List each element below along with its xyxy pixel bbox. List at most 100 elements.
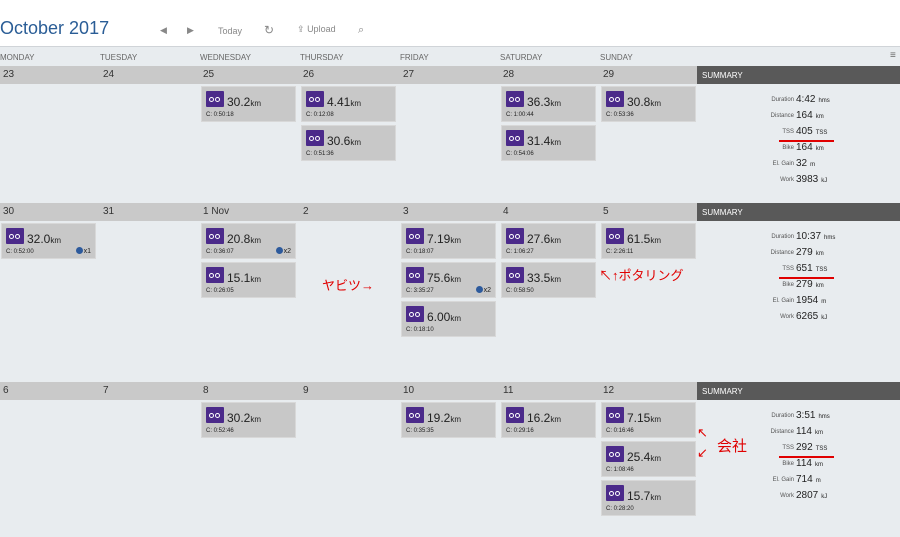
menu-icon[interactable]: ≡ [890, 50, 896, 61]
summary-number: 279 [796, 247, 813, 258]
refresh-icon[interactable]: ↻ [264, 23, 274, 37]
activity-card[interactable]: 30.6km C: 0:51:36 [301, 125, 396, 161]
distance-number: 30.8 [627, 95, 651, 109]
activity-card[interactable]: 33.5km C: 0:58:50 [501, 262, 596, 298]
next-icon[interactable]: ▶ [187, 25, 194, 36]
date-label: 26 [303, 69, 315, 80]
summary-row-duration: Duration 4:42 hms [697, 94, 900, 108]
summary-number: 405 [796, 126, 813, 137]
cycling-icon [506, 91, 524, 107]
wheel-icon [515, 413, 520, 418]
distance-value: 30.2km [227, 95, 261, 109]
duration-text: C: 0:53:36 [606, 112, 634, 118]
prev-icon[interactable]: ◀ [160, 25, 167, 36]
summary-number: 3983 [796, 174, 819, 185]
distance-unit: km [550, 275, 562, 284]
wheel-icon [415, 312, 420, 317]
summary-unit: km [814, 430, 823, 436]
wheel-icon [509, 413, 514, 418]
activity-card[interactable]: 30.8km C: 0:53:36 [601, 86, 696, 122]
date-label: 31 [103, 206, 115, 217]
activity-card[interactable]: 15.1km C: 0:26:05 [201, 262, 296, 298]
duration-text: C: 0:52:46 [206, 428, 234, 434]
wheel-icon [509, 273, 514, 278]
wheel-icon [215, 97, 220, 102]
summary-label: Duration [771, 413, 794, 419]
summary-row-distance: Distance 164 km [697, 110, 900, 124]
week-date-row: 30 31 1 Nov 2 3 4 5 [0, 203, 697, 221]
wheel-icon [309, 136, 314, 141]
cycling-icon [406, 267, 424, 283]
summary-row-distance: Distance 279 km [697, 247, 900, 261]
summary-unit: TSS [815, 267, 828, 273]
wheel-icon [615, 234, 620, 239]
activity-card[interactable]: 7.15km C: 0:16:46 [601, 402, 696, 438]
distance-unit: km [450, 415, 462, 424]
summary-row-bike: Bike 279 km [697, 279, 900, 293]
summary-value: 3983 kJ [796, 174, 827, 185]
day-friday: FRIDAY [400, 53, 429, 62]
activity-card[interactable]: 36.3km C: 1:00:44 [501, 86, 596, 122]
activity-card[interactable]: 30.2km C: 0:50:18 [201, 86, 296, 122]
summary-unit: TSS [815, 130, 828, 136]
cycling-icon [206, 407, 224, 423]
summary-label: Work [780, 177, 794, 183]
activity-card[interactable]: 32.0km C: 0:52:00 x1 [1, 223, 96, 259]
activity-card[interactable]: 75.6km C: 3:35:27 x2 [401, 262, 496, 298]
summary-label: TSS [782, 445, 794, 451]
distance-value: 75.6km [427, 271, 461, 285]
search-icon[interactable]: ⌕ [358, 24, 364, 37]
medal-icon [75, 247, 83, 254]
cycling-icon [606, 91, 624, 107]
summary-row-work: Work 3983 kJ [697, 174, 900, 188]
activity-card[interactable]: 27.6km C: 1:06:27 [501, 223, 596, 259]
duration-text: C: 0:36:07 [206, 249, 234, 255]
activity-card[interactable]: 61.5km C: 2:26:11 [601, 223, 696, 259]
summary-unit: TSS [815, 446, 828, 452]
distance-number: 6.00 [427, 310, 451, 324]
activity-card[interactable]: 20.8km C: 0:36:07 x2 [201, 223, 296, 259]
summary-unit: m [821, 299, 827, 305]
summary-number: 114 [796, 426, 812, 437]
summary-row-duration: Duration 10:37 hms [697, 231, 900, 245]
activity-card[interactable]: 31.4km C: 0:54:06 [501, 125, 596, 161]
date-label: 3 [403, 206, 409, 217]
distance-unit: km [650, 415, 662, 424]
distance-number: 61.5 [627, 232, 651, 246]
duration-text: C: 0:16:46 [606, 428, 634, 434]
activity-card[interactable]: 4.41km C: 0:12:08 [301, 86, 396, 122]
upload-label: Upload [307, 24, 336, 34]
tss-underline [779, 140, 834, 142]
summary-label: El. Gain [772, 161, 794, 167]
activity-card[interactable]: 7.19km C: 0:18:07 [401, 223, 496, 259]
summary-row-tss: TSS 651 TSS [697, 263, 900, 277]
activity-card[interactable]: 30.2km C: 0:52:46 [201, 402, 296, 438]
date-label: 27 [403, 69, 415, 80]
today-button[interactable]: Today [218, 26, 242, 36]
date-label: 23 [3, 69, 15, 80]
distance-value: 20.8km [227, 232, 261, 246]
duration-text: C: 0:26:05 [206, 288, 234, 294]
summary-value: 651 TSS [796, 263, 827, 274]
distance-number: 20.8 [227, 232, 251, 246]
activity-card[interactable]: 6.00km C: 0:18:10 [401, 301, 496, 337]
summary-value: 292 TSS [796, 442, 827, 453]
date-label: 9 [303, 385, 309, 396]
activity-card[interactable]: 19.2km C: 0:35:35 [401, 402, 496, 438]
distance-value: 6.00km [427, 310, 461, 324]
cycling-icon [606, 228, 624, 244]
medal-count: x2 [483, 287, 491, 294]
activity-card[interactable]: 25.4km C: 1:08:46 [601, 441, 696, 477]
upload-button[interactable]: ⇪ Upload [297, 24, 336, 35]
distance-unit: km [250, 99, 262, 108]
distance-value: 7.19km [427, 232, 461, 246]
annotation-potaring: ↖↑ポタリング [599, 268, 684, 283]
distance-number: 32.0 [27, 232, 51, 246]
activity-card[interactable]: 16.2km C: 0:29:16 [501, 402, 596, 438]
summary-row-work: Work 2807 kJ [697, 490, 900, 504]
distance-value: 15.1km [227, 271, 261, 285]
activity-card[interactable]: 15.7km C: 0:28:20 [601, 480, 696, 516]
wheel-icon [509, 136, 514, 141]
distance-value: 27.6km [527, 232, 561, 246]
duration-text: C: 0:29:16 [506, 428, 534, 434]
